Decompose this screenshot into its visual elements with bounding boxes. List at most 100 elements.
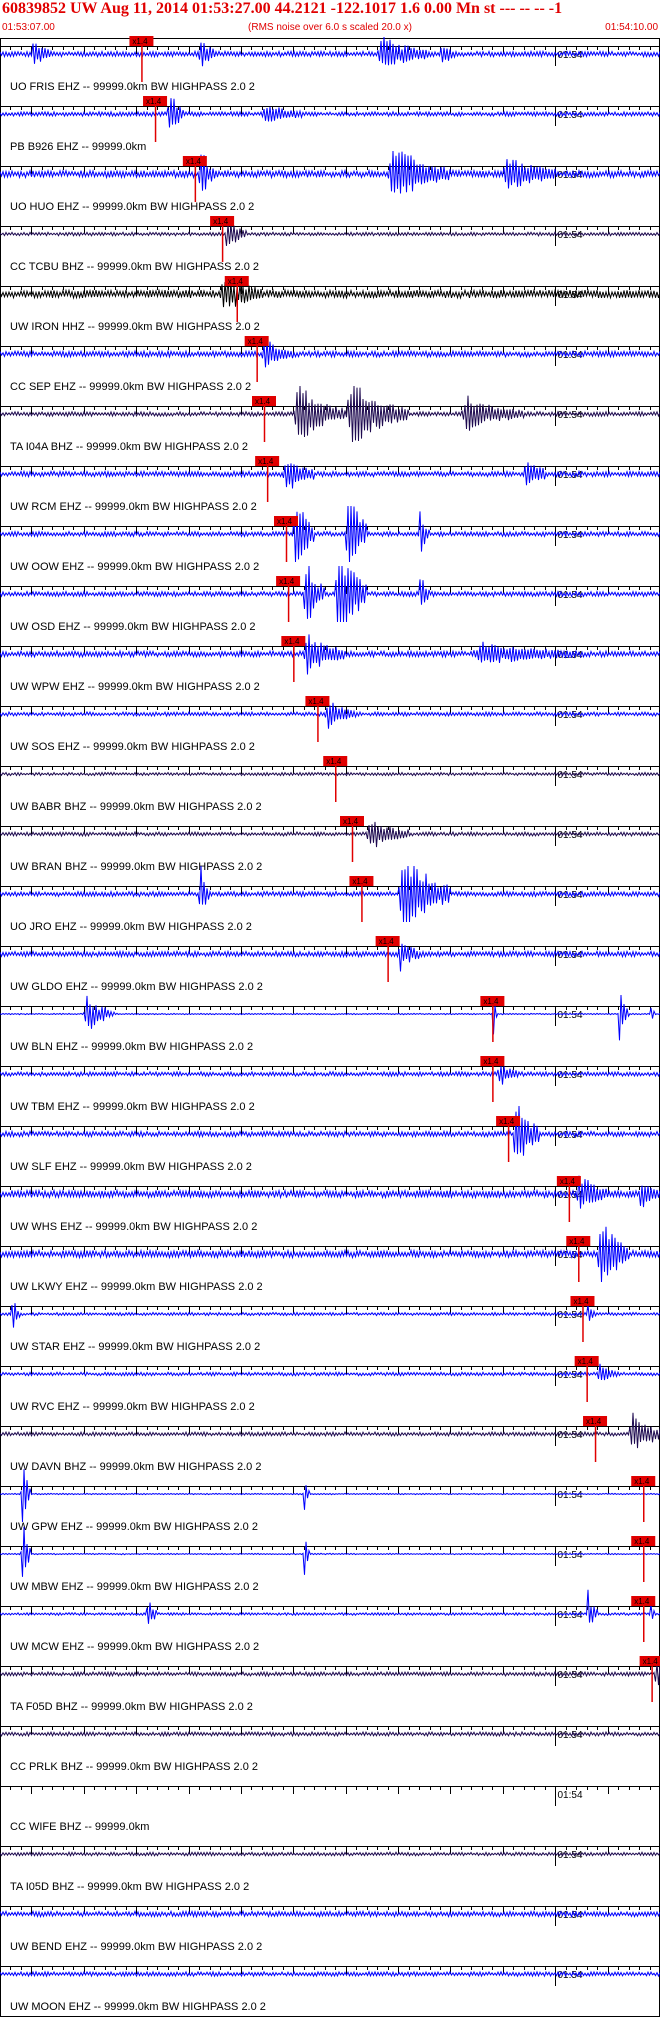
- pick-label: x1.4: [326, 757, 342, 766]
- trace-row: 01:54 CC WIFE BHZ -- 99999.0km: [0, 1786, 660, 1833]
- trace-row: 01:54UW MOON EHZ -- 99999.0km BW HIGHPAS…: [0, 1966, 660, 2013]
- pick-label: x1.4: [248, 337, 264, 346]
- pick-label: x1.4: [634, 1537, 650, 1546]
- trace-row: 01:54 TA F05D BHZ -- 99999.0km BW HIGHPAS…: [0, 1656, 660, 1713]
- station-label: UW TBM EHZ -- 99999.0km BW HIGHPASS 2.0 …: [10, 1101, 255, 1113]
- trace-row: 01:54UW BEND EHZ -- 99999.0km BW HIGHPAS…: [0, 1906, 660, 1953]
- minute-tick-label: 01:54: [558, 1490, 583, 1501]
- trace-row: 01:54UO HUO EHZ -- 99999.0km BW HIGHPASS…: [0, 150, 660, 213]
- trace-row: 01:54 UW STAR EHZ -- 99999.0km BW HIGHPAS…: [0, 1296, 660, 1353]
- station-label: UW OOW EHZ -- 99999.0km BW HIGHPASS 2.0 …: [10, 561, 259, 573]
- trace-row: 01:54UW WHS EHZ -- 99999.0km BW HIGHPASS…: [0, 1175, 660, 1233]
- minute-tick-label: 01:54: [558, 1430, 583, 1441]
- pick-label: x1.4: [499, 1117, 515, 1126]
- pick-label: x1.4: [573, 1297, 589, 1306]
- trace-row: 01:54CC TCBU BHZ -- 99999.0km BW HIGHPAS…: [0, 216, 660, 273]
- station-label: UW BEND EHZ -- 99999.0km BW HIGHPASS 2.0…: [10, 1941, 262, 1953]
- minute-tick-label: 01:54: [558, 1550, 583, 1561]
- waveform-trace: [0, 150, 660, 194]
- pick-label: x1.4: [578, 1357, 594, 1366]
- trace-row: 01:54UW OOW EHZ -- 99999.0km BW HIGHPASS…: [0, 505, 660, 573]
- trace-row: 01:54 UW BLN EHZ -- 99999.0km BW HIGHPASS…: [0, 994, 660, 1053]
- pick-label: x1.4: [634, 1477, 650, 1486]
- pick-label: x1.4: [586, 1417, 602, 1426]
- station-label: CC TCBU BHZ -- 99999.0km BW HIGHPASS 2.0…: [10, 261, 259, 273]
- station-label: UW RCM EHZ -- 99999.0km BW HIGHPASS 2.0 …: [10, 501, 257, 513]
- waveform-trace: [0, 98, 660, 128]
- trace-row: 01:54CC SEP EHZ -- 99999.0km BW HIGHPASS…: [0, 336, 660, 393]
- station-label: UW MCW EHZ -- 99999.0km BW HIGHPASS 2.0 …: [10, 1641, 259, 1653]
- station-label: UW SOS EHZ -- 99999.0km BW HIGHPASS 2.0 …: [10, 741, 255, 753]
- minute-tick-label: 01:54: [558, 1010, 583, 1021]
- pick-label: x1.4: [643, 1657, 659, 1666]
- station-label: UW LKWY EHZ -- 99999.0km BW HIGHPASS 2.0…: [10, 1281, 263, 1293]
- minute-tick-label: 01:54: [558, 710, 583, 721]
- pick-label: x1.4: [343, 817, 359, 826]
- trace-row: 01:54PB B926 EHZ -- 99999.0kmx1.4: [0, 96, 660, 153]
- pick-label: x1.4: [255, 397, 271, 406]
- station-label: UW WPW EHZ -- 99999.0km BW HIGHPASS 2.0 …: [10, 681, 260, 693]
- trace-row: 01:54UW SLF EHZ -- 99999.0km BW HIGHPASS…: [0, 1105, 660, 1173]
- trace-row: 01:54UO JRO EHZ -- 99999.0km BW HIGHPASS…: [0, 865, 660, 933]
- pick-label: x1.4: [132, 37, 148, 46]
- minute-tick-label: 01:54: [558, 1730, 583, 1741]
- minute-tick-label: 01:54: [558, 1670, 583, 1681]
- pick-label: x1.4: [277, 517, 293, 526]
- trace-row: 01:54 UW RVC EHZ -- 99999.0km BW HIGHPASS…: [0, 1356, 660, 1413]
- station-label: UW MOON EHZ -- 99999.0km BW HIGHPASS 2.0…: [10, 2001, 266, 2013]
- trace-row: 01:54 UW MBW EHZ -- 99999.0km BW HIGHPASS…: [0, 1526, 660, 1593]
- pick-label: x1.4: [228, 277, 244, 286]
- trace-row: 01:54UO FRIS EHZ -- 99999.0km BW HIGHPAS…: [0, 36, 660, 93]
- station-label: UO FRIS EHZ -- 99999.0km BW HIGHPASS 2.0…: [10, 81, 255, 93]
- trace-row: 01:54UW TBM EHZ -- 99999.0km BW HIGHPASS…: [0, 1056, 660, 1113]
- trace-row: 01:54UW OSD EHZ -- 99999.0km BW HIGHPASS…: [0, 565, 660, 633]
- trace-row: 01:54UW RCM EHZ -- 99999.0km BW HIGHPASS…: [0, 456, 660, 513]
- pick-label: x1.4: [186, 157, 202, 166]
- trace-row: 01:54 UW DAVN BHZ -- 99999.0km BW HIGHPAS…: [0, 1412, 660, 1473]
- station-label: UW WHS EHZ -- 99999.0km BW HIGHPASS 2.0 …: [10, 1221, 257, 1233]
- plot-frame: [0, 38, 660, 2017]
- minute-tick-label: 01:54: [558, 1610, 583, 1621]
- station-label: CC PRLK BHZ -- 99999.0km BW HIGHPASS 2.0…: [10, 1761, 258, 1773]
- trace-row: 01:54UW LKWY EHZ -- 99999.0km BW HIGHPAS…: [0, 1226, 660, 1293]
- pick-label: x1.4: [279, 577, 295, 586]
- station-label: UW DAVN BHZ -- 99999.0km BW HIGHPASS 2.0…: [10, 1461, 261, 1473]
- station-label: TA I04A BHZ -- 99999.0km BW HIGHPASS 2.0…: [10, 441, 248, 453]
- trace-row: 01:54UW GLDO EHZ -- 99999.0km BW HIGHPAS…: [0, 936, 660, 993]
- station-label: UW BABR BHZ -- 99999.0km BW HIGHPASS 2.0…: [10, 801, 262, 813]
- minute-tick-label: 01:54: [558, 770, 583, 781]
- pick-label: x1.4: [483, 1057, 499, 1066]
- trace-row: 01:54 CC PRLK BHZ -- 99999.0km BW HIGHPAS…: [0, 1726, 660, 1773]
- pick-label: x1.4: [146, 97, 162, 106]
- waveform-trace: [0, 276, 660, 308]
- station-label: UW BLN EHZ -- 99999.0km BW HIGHPASS 2.0 …: [10, 1041, 253, 1053]
- station-label: PB B926 EHZ -- 99999.0km: [10, 141, 146, 153]
- station-label: UW SLF EHZ -- 99999.0km BW HIGHPASS 2.0 …: [10, 1161, 252, 1173]
- pick-label: x1.4: [379, 937, 395, 946]
- pick-label: x1.4: [634, 1597, 650, 1606]
- station-label: UW IRON HHZ -- 99999.0km BW HIGHPASS 2.0…: [10, 321, 260, 333]
- minute-tick-label: 01:54: [558, 1310, 583, 1321]
- pick-label: x1.4: [483, 997, 499, 1006]
- seismogram-page: { "header": { "title": "60839852 UW Aug …: [0, 0, 660, 2018]
- station-label: UW GPW EHZ -- 99999.0km BW HIGHPASS 2.0 …: [10, 1521, 258, 1533]
- minute-tick-label: 01:54: [558, 1850, 583, 1861]
- station-label: UW RVC EHZ -- 99999.0km BW HIGHPASS 2.0 …: [10, 1401, 255, 1413]
- station-label: UO JRO EHZ -- 99999.0km BW HIGHPASS 2.0 …: [10, 921, 252, 933]
- trace-row: 01:54 UW SOS EHZ -- 99999.0km BW HIGHPASS…: [0, 696, 660, 753]
- station-label: UW STAR EHZ -- 99999.0km BW HIGHPASS 2.0…: [10, 1341, 260, 1353]
- pick-label: x1.4: [213, 217, 229, 226]
- station-label: UW GLDO EHZ -- 99999.0km BW HIGHPASS 2.0…: [10, 981, 263, 993]
- minute-tick-label: 01:54: [558, 1370, 583, 1381]
- pick-label: x1.4: [560, 1177, 576, 1186]
- pick-label: x1.4: [308, 697, 324, 706]
- station-label: UO HUO EHZ -- 99999.0km BW HIGHPASS 2.0 …: [10, 201, 254, 213]
- pick-label: x1.4: [352, 877, 368, 886]
- station-label: CC SEP EHZ -- 99999.0km BW HIGHPASS 2.0 …: [10, 381, 251, 393]
- station-label: TA F05D BHZ -- 99999.0km BW HIGHPASS 2.0…: [10, 1701, 253, 1713]
- station-label: CC WIFE BHZ -- 99999.0km: [10, 1821, 149, 1833]
- trace-row: 01:54TA I04A BHZ -- 99999.0km BW HIGHPAS…: [0, 385, 660, 453]
- trace-row: 01:54 UW GPW EHZ -- 99999.0km BW HIGHPASS…: [0, 1469, 660, 1533]
- trace-row: 01:54UW BRAN BHZ -- 99999.0km BW HIGHPAS…: [0, 816, 660, 873]
- trace-row: 01:54UW WPW EHZ -- 99999.0km BW HIGHPASS…: [0, 634, 660, 693]
